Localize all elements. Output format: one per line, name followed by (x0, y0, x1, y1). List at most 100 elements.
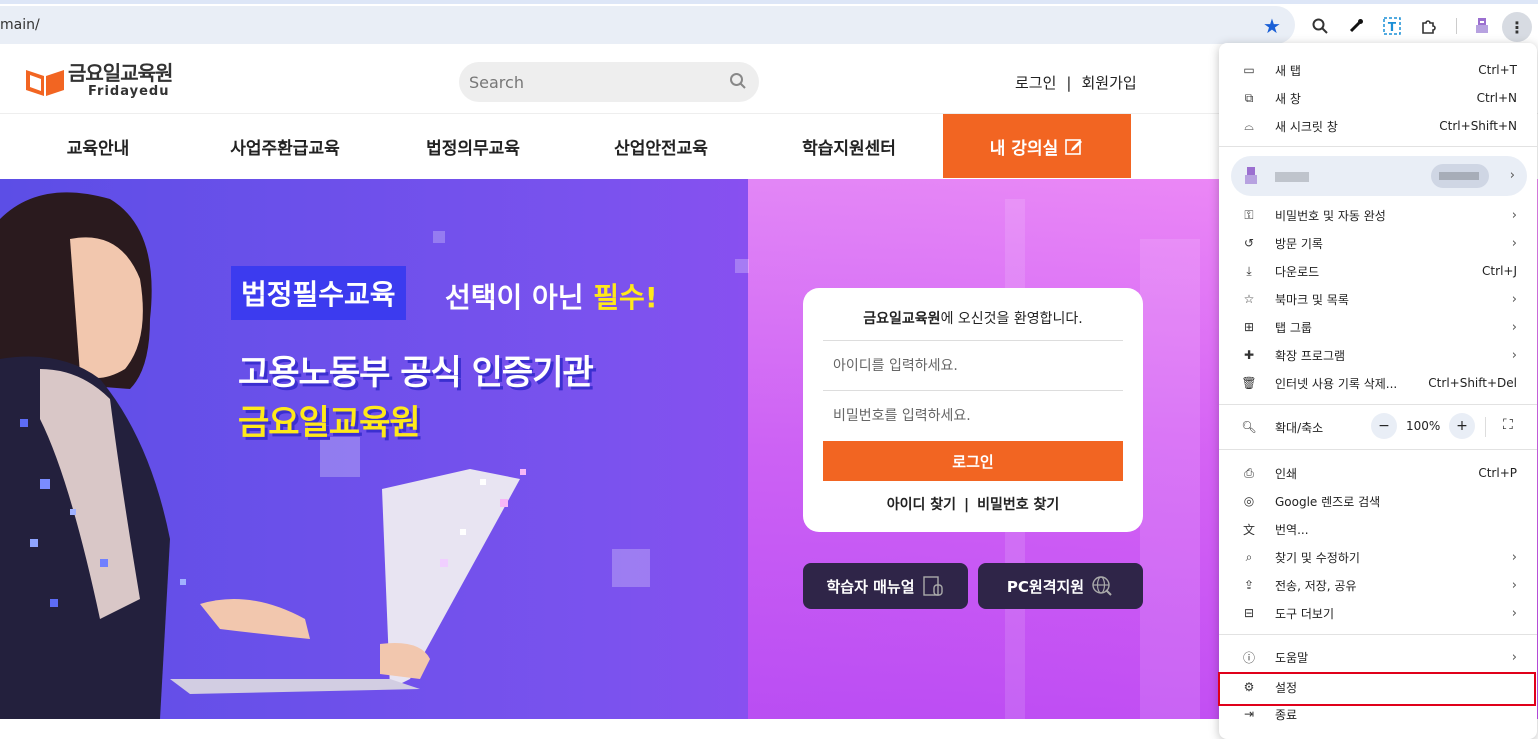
browser-menu-button[interactable]: ⋮ (1502, 12, 1532, 42)
bookmark-star-icon[interactable]: ★ (1258, 12, 1286, 40)
menu-shortcut: Ctrl+J (1482, 264, 1517, 278)
fullscreen-icon[interactable]: ⛶ (1503, 417, 1513, 433)
find-id-link[interactable]: 아이디 찾기 (887, 497, 956, 513)
menu-downloads[interactable]: ⤓ 다운로드 Ctrl+J (1219, 257, 1537, 285)
text-extension-icon[interactable]: T (1378, 12, 1406, 40)
password-field-wrapper (823, 390, 1123, 440)
search-input[interactable] (469, 72, 719, 92)
url-text[interactable]: main/ (0, 17, 40, 33)
translate-icon: 文 (1242, 522, 1255, 537)
share-icon: ⇪ (1243, 578, 1255, 592)
menu-divider (1219, 404, 1537, 405)
printer-icon: ⎙ (1244, 465, 1254, 480)
menu-label: 확대/축소 (1275, 420, 1324, 435)
menu-label: 인터넷 사용 기록 삭제... (1275, 376, 1398, 391)
nav-employer-refund-education[interactable]: 사업주환급교육 (190, 114, 380, 178)
login-box: 금요일교육원에 오신것을 환영합니다. 로그인 아이디 찾기 | 비밀번호 찾기 (803, 288, 1143, 532)
menu-google-lens[interactable]: ◎ Google 렌즈로 검색 (1219, 487, 1537, 515)
zoom-magnifier-icon[interactable] (1306, 12, 1334, 40)
menu-label: 다운로드 (1275, 264, 1320, 279)
manual-icon (922, 576, 943, 596)
login-link[interactable]: 로그인 (1015, 74, 1056, 92)
link-separator: | (1066, 74, 1072, 92)
menu-label: 북마크 및 목록 (1275, 292, 1349, 307)
eyedropper-extension-icon[interactable] (1342, 12, 1370, 40)
menu-bookmarks[interactable]: ☆ 북마크 및 목록 › (1219, 285, 1537, 313)
svg-text:T: T (1388, 20, 1397, 34)
settings-highlight-box (1218, 672, 1536, 706)
menu-shortcut: Ctrl+T (1478, 63, 1517, 77)
address-bar[interactable]: main/ (0, 6, 1295, 44)
password-input[interactable] (833, 407, 1113, 424)
menu-more-tools[interactable]: ⊟ 도구 더보기 › (1219, 599, 1537, 627)
lens-icon: ◎ (1243, 494, 1255, 508)
hero-tag-text: 선택이 아닌 필수! (445, 276, 658, 316)
help-icon: ⓘ (1242, 650, 1255, 665)
pixel-decoration (612, 549, 650, 587)
chevron-right-icon: › (1511, 549, 1517, 565)
menu-translate[interactable]: 文 번역... (1219, 515, 1537, 543)
star-icon: ☆ (1243, 292, 1255, 306)
new-tab-icon: ▭ (1243, 63, 1255, 77)
menu-label: 찾기 및 수정하기 (1275, 550, 1360, 565)
menu-label: 종료 (1275, 707, 1298, 722)
my-classroom-label: 내 강의실 (989, 138, 1059, 159)
nav-my-classroom[interactable]: 내 강의실 (943, 114, 1131, 178)
learner-manual-button[interactable]: 학습자 매뉴얼 (803, 563, 968, 609)
menu-label: 번역... (1275, 522, 1309, 537)
menu-label: 새 탭 (1275, 63, 1301, 78)
incognito-icon: ⌓ (1244, 118, 1254, 133)
signup-link[interactable]: 회원가입 (1081, 74, 1136, 92)
hero-title-line2: 금요일교육원 (238, 403, 421, 443)
pc-remote-support-button[interactable]: PC원격지원 (978, 563, 1143, 609)
menu-help[interactable]: ⓘ 도움말 › (1219, 643, 1537, 671)
nav-education-guide[interactable]: 교육안내 (0, 114, 196, 178)
welcome-bold: 금요일교육원 (863, 311, 941, 327)
nav-learning-support-center[interactable]: 학습지원센터 (754, 114, 944, 178)
link-separator: | (964, 497, 970, 513)
menu-clear-browsing-data[interactable]: 🗑 인터넷 사용 기록 삭제... Ctrl+Shift+Del (1219, 369, 1537, 397)
pc-remote-support-label: PC원격지원 (1006, 577, 1085, 596)
menu-label: 새 시크릿 창 (1275, 119, 1338, 134)
nav-legal-mandatory-education[interactable]: 법정의무교육 (378, 114, 568, 178)
menu-new-tab[interactable]: ▭ 새 탭 Ctrl+T (1219, 56, 1537, 84)
menu-divider (1219, 634, 1537, 635)
toolbox-icon: ⊟ (1243, 606, 1255, 620)
menu-label: 새 창 (1275, 91, 1301, 106)
learner-manual-label: 학습자 매뉴얼 (826, 577, 915, 596)
menu-find-edit[interactable]: ⌕ 찾기 및 수정하기 › (1219, 543, 1537, 571)
menu-shortcut: Ctrl+Shift+Del (1428, 376, 1517, 390)
browser-top-strip (0, 0, 1538, 4)
menu-label: 인쇄 (1275, 466, 1298, 481)
find-icon: ⌕ (1245, 549, 1253, 564)
chevron-right-icon: › (1511, 347, 1517, 363)
chevron-right-icon: › (1511, 235, 1517, 251)
menu-profile-row[interactable]: › (1231, 156, 1527, 196)
zoom-out-button[interactable]: − (1371, 413, 1397, 439)
search-icon[interactable] (729, 72, 747, 90)
globe-icon (1092, 576, 1112, 596)
nav-industrial-safety-education[interactable]: 산업안전교육 (566, 114, 756, 178)
site-logo[interactable]: 금요일교육원 Fridayedu (24, 62, 173, 99)
zoom-in-button[interactable]: + (1449, 413, 1475, 439)
menu-new-window[interactable]: ⧉ 새 창 Ctrl+N (1219, 84, 1537, 112)
redacted-text (1439, 172, 1479, 180)
extensions-puzzle-icon[interactable] (1414, 12, 1442, 40)
profile-avatar-icon[interactable] (1468, 12, 1496, 40)
menu-shortcut: Ctrl+N (1476, 91, 1517, 105)
menu-history[interactable]: ↺ 방문 기록 › (1219, 229, 1537, 257)
menu-cast-save-share[interactable]: ⇪ 전송, 저장, 공유 › (1219, 571, 1537, 599)
menu-extensions[interactable]: ✚ 확장 프로그램 › (1219, 341, 1537, 369)
chevron-right-icon: › (1511, 649, 1517, 665)
menu-passwords-autofill[interactable]: ⚿ 비밀번호 및 자동 완성 › (1219, 201, 1537, 229)
login-button[interactable]: 로그인 (823, 441, 1123, 481)
menu-tab-groups[interactable]: ⊞ 탭 그룹 › (1219, 313, 1537, 341)
profile-sync-chip[interactable] (1431, 164, 1489, 188)
chevron-right-icon: › (1511, 291, 1517, 307)
menu-label: 탭 그룹 (1275, 320, 1312, 335)
id-input[interactable] (833, 357, 1113, 374)
menu-incognito-window[interactable]: ⌓ 새 시크릿 창 Ctrl+Shift+N (1219, 112, 1537, 140)
find-password-link[interactable]: 비밀번호 찾기 (977, 497, 1059, 513)
menu-print[interactable]: ⎙ 인쇄 Ctrl+P (1219, 459, 1537, 487)
site-search[interactable] (459, 62, 759, 102)
